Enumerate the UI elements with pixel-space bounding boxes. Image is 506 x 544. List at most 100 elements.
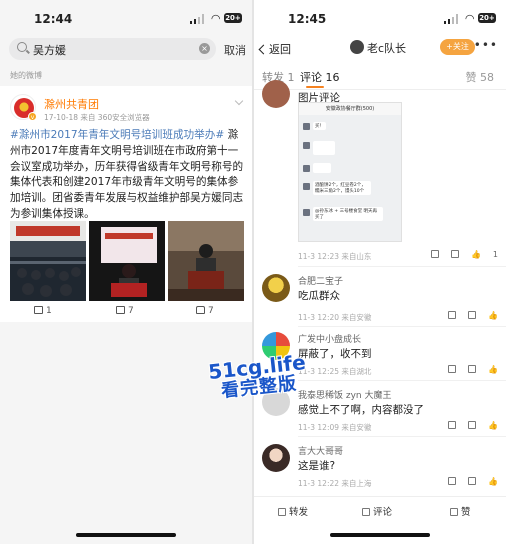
- repost-button[interactable]: 1: [34, 306, 52, 316]
- post-body: 滁州市2017年度青年文明号培训班在市政府第十一会议室成功举办，历年获得省级青年…: [10, 129, 244, 220]
- follow-button[interactable]: +关注: [440, 39, 475, 55]
- section-label: 她的微博: [10, 71, 42, 80]
- like-count: 7: [208, 306, 214, 316]
- photo-podium[interactable]: [168, 221, 244, 301]
- photo-meeting-room[interactable]: [10, 221, 86, 301]
- comment-like-button[interactable]: 👍: [488, 421, 498, 430]
- comment-actions: 👍: [436, 421, 498, 430]
- chat-avatar: [303, 142, 310, 149]
- status-bar: 12:44 ◠ 20+: [0, 0, 252, 36]
- comment-meta: 11-3 12:22 来自上海: [298, 479, 372, 488]
- reply-icon[interactable]: [450, 250, 459, 258]
- like-button[interactable]: 7: [196, 306, 214, 316]
- comment-author[interactable]: 广发中小盘成长: [298, 332, 361, 345]
- avatar[interactable]: [262, 332, 290, 360]
- chat-avatar: [303, 165, 310, 172]
- comment-like-button[interactable]: 👍: [488, 477, 498, 486]
- post-owner-name[interactable]: 老c队长: [367, 40, 406, 56]
- avatar[interactable]: [262, 388, 290, 416]
- comment-button[interactable]: 7: [116, 306, 134, 316]
- share-icon[interactable]: [448, 365, 457, 373]
- comment-author[interactable]: 我泰思稀饭 zyn 大魔王: [298, 388, 391, 401]
- post-author[interactable]: 滁州共青团: [44, 96, 99, 112]
- home-indicator[interactable]: [76, 533, 176, 537]
- empty-area: [0, 340, 252, 544]
- comment-item[interactable]: 广发中小盘成长 屏蔽了，收不到 11-3 12:25 来自湖北 👍: [254, 330, 506, 380]
- photo-speaker-stage-drawing: [101, 227, 157, 297]
- home-indicator[interactable]: [330, 533, 430, 537]
- reply-icon[interactable]: [468, 311, 477, 319]
- comment-actions: 👍: [436, 365, 498, 374]
- share-icon[interactable]: [448, 311, 457, 319]
- comment-text: 吃瓜群众: [298, 290, 340, 302]
- post-meta: 17-10-18 来自 360安全浏览器: [44, 113, 150, 122]
- avatar[interactable]: [262, 80, 290, 108]
- tab-comments[interactable]: 评论 16: [300, 69, 340, 88]
- bottom-repost-button[interactable]: 转发: [278, 504, 308, 518]
- search-row: 吴方媛 × 取消: [0, 36, 252, 64]
- weibo-post-card[interactable]: v 滁州共青团 17-10-18 来自 360安全浏览器 #滁州市2017年青年…: [0, 86, 252, 322]
- comment-item[interactable]: 言大大哥哥 这是谁? 11-3 12:22 来自上海 👍: [254, 440, 506, 492]
- tab-likes[interactable]: 赞 58: [466, 69, 495, 85]
- search-value: 吴方媛: [33, 44, 66, 57]
- comment-item[interactable]: 合肥二宝子 吃瓜群众 11-3 12:20 来自安徽 👍: [254, 272, 506, 326]
- bottom-like-button[interactable]: 赞: [450, 504, 471, 518]
- signal-icon: [190, 14, 204, 24]
- top-bar: 返回 老c队长 +关注 •••: [254, 36, 506, 62]
- reply-icon[interactable]: [468, 421, 477, 429]
- reply-icon[interactable]: [468, 477, 477, 485]
- share-icon[interactable]: [448, 421, 457, 429]
- comment-separator: [298, 380, 506, 381]
- avatar[interactable]: [262, 444, 290, 472]
- back-arrow-icon: [258, 44, 269, 55]
- comment-item[interactable]: 我泰思稀饭 zyn 大魔王 感觉上不了啊，内容都没了 11-3 12:09 来自…: [254, 384, 506, 436]
- comment-meta: 11-3 12:20 来自安徽: [298, 313, 372, 322]
- reply-icon[interactable]: [468, 365, 477, 373]
- comment-like-button[interactable]: 👍 1: [471, 250, 498, 259]
- left-screen: 12:44 ◠ 20+ 吴方媛 × 取消 她的微博 v 滁州共青团 17-10-…: [0, 0, 252, 544]
- verified-icon: v: [28, 112, 37, 121]
- bottom-like-label: 赞: [461, 507, 471, 518]
- chat-line-blank: [313, 141, 335, 155]
- photo-meeting-room-drawing: [10, 226, 86, 297]
- photo-speaker-stage[interactable]: [89, 221, 165, 301]
- avatar[interactable]: [262, 274, 290, 302]
- avatar[interactable]: [350, 40, 364, 54]
- comment-item[interactable]: 图片评论 安徽政协餐厅群(500) 买！ 酒酿饼2个，红豆卷2个，糯米三角2个，…: [254, 80, 506, 266]
- comment-text: 这是谁?: [298, 460, 336, 472]
- chat-avatar: [303, 123, 310, 130]
- status-time: 12:45: [288, 12, 327, 26]
- comment-like-button[interactable]: 👍: [488, 311, 498, 320]
- bottom-comment-button[interactable]: 评论: [362, 504, 392, 518]
- comment-chat-image[interactable]: 安徽政协餐厅群(500) 买！ 酒酿饼2个，红豆卷2个，糯米三角2个，馒头10个…: [298, 102, 402, 242]
- chat-line: 酒酿饼2个，红豆卷2个，糯米三角2个，馒头10个: [313, 181, 371, 195]
- post-hashtag[interactable]: #滁州市2017年青年文明号培训班成功举办#: [10, 129, 224, 141]
- more-icon[interactable]: •••: [474, 38, 498, 52]
- chat-header: 安徽政协餐厅群(500): [299, 103, 401, 115]
- comment-meta: 11-3 12:25 来自湖北: [298, 367, 372, 376]
- chevron-down-icon[interactable]: [234, 96, 244, 106]
- cancel-button[interactable]: 取消: [224, 42, 246, 58]
- comment-like-button[interactable]: 👍: [488, 365, 498, 374]
- clear-icon[interactable]: ×: [199, 43, 210, 54]
- comment-text: 屏蔽了，收不到: [298, 348, 372, 360]
- back-button[interactable]: 返回: [258, 41, 291, 57]
- comment-count: 7: [128, 306, 134, 316]
- share-icon[interactable]: [448, 477, 457, 485]
- repost-icon: [278, 508, 286, 516]
- wifi-icon: ◠: [465, 12, 474, 25]
- search-input[interactable]: 吴方媛 ×: [9, 38, 216, 60]
- status-bar: 12:45 ◠ 20+: [254, 0, 506, 36]
- comment-author[interactable]: 言大大哥哥: [298, 444, 343, 457]
- search-icon: [17, 42, 27, 52]
- comment-author[interactable]: 合肥二宝子: [298, 274, 343, 287]
- comment-actions: 👍: [436, 477, 498, 486]
- repost-icon: [34, 306, 43, 314]
- share-icon[interactable]: [430, 250, 439, 258]
- thumbs-up-icon: [196, 306, 205, 314]
- comment-icon: [116, 306, 125, 314]
- post-photos: [10, 221, 244, 301]
- comment-text: 感觉上不了啊，内容都没了: [298, 404, 424, 416]
- back-label: 返回: [269, 43, 291, 56]
- detail-tabs: 转发 1 评论 16 赞 58: [254, 62, 506, 90]
